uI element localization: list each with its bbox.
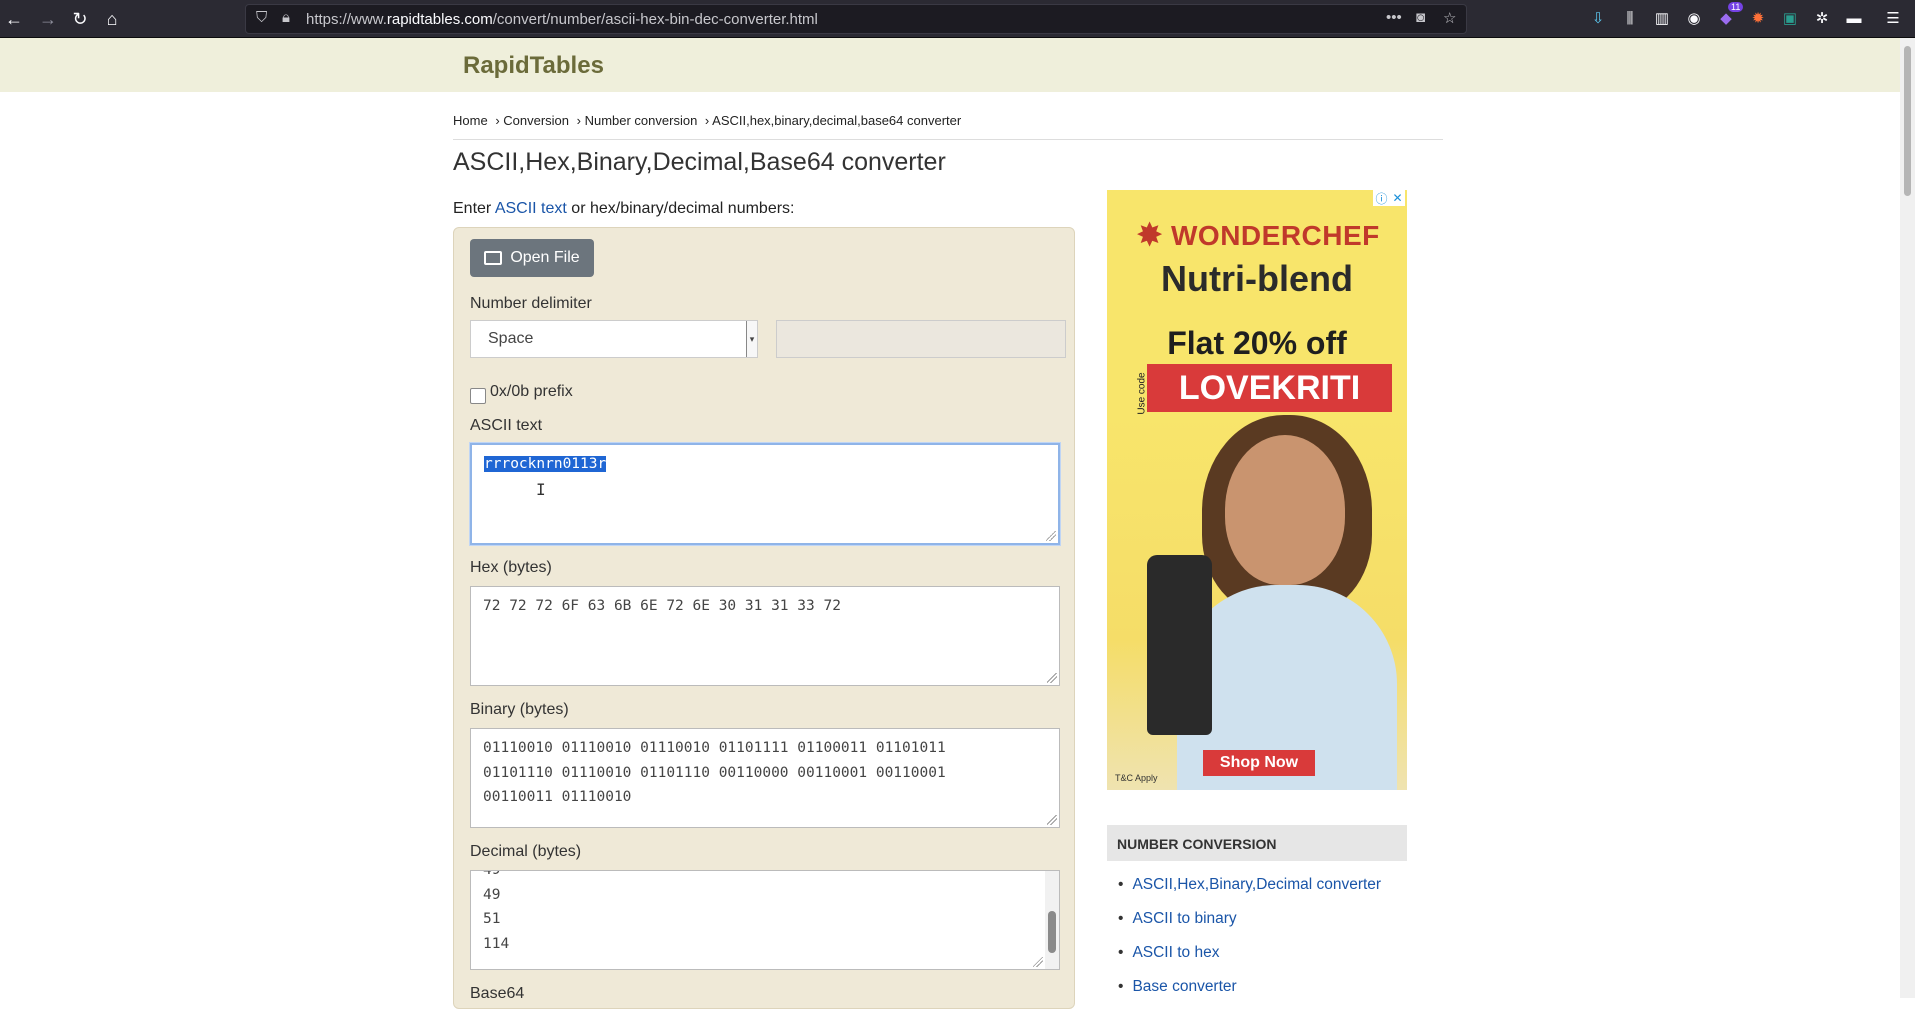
binary-line: 00110011 01110010: [483, 789, 632, 805]
resize-handle[interactable]: [1046, 531, 1056, 541]
delimiter-value: Space: [488, 330, 534, 347]
ascii-value: rrrocknrn0113r: [484, 456, 607, 472]
resize-handle[interactable]: [1033, 957, 1043, 967]
hex-label: Hex (bytes): [470, 559, 552, 576]
base64-label: Base64: [470, 985, 525, 1002]
decimal-line: 51: [483, 911, 501, 927]
shield-icon[interactable]: ⛉: [256, 9, 267, 26]
ad-terms: T&C Apply: [1115, 773, 1158, 783]
sidebar-heading-text: NUMBER CONVERSION: [1117, 836, 1277, 852]
breadcrumb-current: › ASCII,hex,binary,decimal,base64 conver…: [704, 113, 962, 128]
ascii-textarea[interactable]: rrrocknrn0113r: [470, 443, 1060, 545]
sidebar-links: ASCII,Hex,Binary,Decimal converter ASCII…: [1118, 868, 1381, 1004]
ad-shop-now-button[interactable]: Shop Now: [1203, 750, 1315, 776]
prefix-checkbox[interactable]: [470, 388, 486, 404]
open-file-label: Open File: [510, 249, 580, 266]
breadcrumb-conversion[interactable]: › Conversion: [495, 113, 569, 128]
downloads-icon[interactable]: ⇩: [1588, 8, 1608, 28]
folder-icon: [484, 251, 503, 265]
hex-value: 72 72 72 6F 63 6B 6E 72 6E 30 31 31 33 7…: [483, 598, 841, 614]
text-cursor-icon: I: [536, 480, 546, 499]
sidebar-link[interactable]: ASCII,Hex,Binary,Decimal converter: [1118, 868, 1381, 902]
delimiter-select[interactable]: Space ▾: [470, 320, 758, 358]
advertisement[interactable]: ✸ WONDERCHEF Nutri-blend Flat 20% off Use…: [1107, 190, 1407, 790]
page-title: ASCII,Hex,Binary,Decimal,Base64 converte…: [453, 148, 946, 176]
url-path: /convert/number/ascii-hex-bin-dec-conver…: [492, 11, 818, 28]
ad-product: Nutri-blend: [1161, 258, 1353, 299]
decimal-label: Decimal (bytes): [470, 843, 582, 860]
binary-label: Binary (bytes): [470, 701, 569, 718]
intro-prefix: Enter: [453, 200, 495, 217]
ad-blender: [1147, 555, 1212, 735]
reload-icon[interactable]: ↻: [66, 5, 94, 33]
back-icon[interactable]: ←: [0, 5, 28, 33]
ascii-label: ASCII text: [470, 417, 543, 434]
decimal-line: 114: [483, 935, 510, 952]
close-icon[interactable]: ✕: [1392, 191, 1402, 205]
intro-suffix: or hex/binary/decimal numbers:: [566, 200, 795, 217]
browser-toolbar: ← → ↻ ⌂ ⛉ 🔒︎ https://www.rapidtables.com…: [0, 0, 1915, 38]
ascii-text-link[interactable]: ASCII text: [495, 200, 567, 217]
delimiter-label: Number delimiter: [470, 295, 592, 312]
divider: [453, 139, 1443, 140]
menu-icon[interactable]: ☰: [1883, 8, 1903, 28]
prefix-label[interactable]: 0x/0b prefix: [490, 383, 573, 401]
hex-textarea[interactable]: 72 72 72 6F 63 6B 6E 72 6E 30 31 31 33 7…: [470, 586, 1060, 686]
site-header: RapidTables: [0, 38, 1900, 92]
binary-line: 01110010 01110010 01110010 01101111 0110…: [483, 740, 946, 756]
star-icon: ✸: [1137, 219, 1163, 252]
url-domain: rapidtables.com: [386, 11, 493, 28]
sidebar-heading: NUMBER CONVERSION: [1107, 825, 1407, 861]
breadcrumb-number-conversion[interactable]: › Number conversion: [577, 113, 698, 128]
open-file-button[interactable]: Open File: [470, 239, 594, 277]
decimal-line: 49: [483, 870, 501, 878]
decimal-line: 49: [483, 886, 501, 903]
ad-brand-text: WONDERCHEF: [1171, 220, 1380, 251]
ad-use-code: Use code: [1136, 372, 1148, 415]
url-bar[interactable]: ⛉ 🔒︎ https://www.rapidtables.com/convert…: [245, 4, 1467, 34]
info-icon[interactable]: ⓘ: [1375, 190, 1387, 207]
firefox-extension-icon[interactable]: ✹: [1748, 8, 1768, 28]
resize-handle[interactable]: [1047, 673, 1057, 683]
sidebar-link[interactable]: ASCII to binary: [1118, 902, 1381, 936]
more-icon[interactable]: •••: [1386, 9, 1402, 26]
binary-line: 01101110 01110010 01101110 00110000 0011…: [483, 764, 946, 781]
lock-icon[interactable]: 🔒︎: [282, 9, 290, 26]
chevron-down-icon[interactable]: ▾: [746, 321, 757, 357]
account-icon[interactable]: ◉: [1684, 8, 1704, 28]
intro-text: Enter ASCII text or hex/binary/decimal n…: [453, 200, 795, 218]
sidebar-link[interactable]: ASCII to hex: [1118, 936, 1381, 970]
ad-offer: Flat 20% off: [1167, 325, 1347, 361]
sidebar-icon[interactable]: ▥: [1652, 8, 1672, 28]
minimize-icon[interactable]: ▬: [1844, 8, 1864, 28]
resize-handle[interactable]: [1047, 815, 1057, 825]
ad-model-face: [1225, 435, 1345, 585]
converter-panel: Open File Number delimiter Space ▾ 0x/0b…: [453, 227, 1075, 1009]
page-scrollbar[interactable]: [1900, 38, 1915, 998]
bookmark-star-icon[interactable]: ☆: [1443, 9, 1456, 27]
home-icon[interactable]: ⌂: [98, 5, 126, 33]
breadcrumb: Home › Conversion › Number conversion › …: [453, 113, 965, 128]
ad-controls[interactable]: ⓘ ✕: [1373, 190, 1405, 206]
ad-photo: [1107, 415, 1407, 790]
scrollbar-thumb[interactable]: [1904, 46, 1911, 196]
sidebar-link[interactable]: Base converter: [1118, 970, 1381, 1004]
pocket-icon[interactable]: ◙: [1416, 9, 1425, 26]
ad-brand: ✸ WONDERCHEF: [1137, 219, 1380, 252]
url-text[interactable]: https://www.rapidtables.com/convert/numb…: [306, 11, 818, 28]
library-icon[interactable]: ⫼: [1620, 8, 1640, 28]
cookie-icon[interactable]: ✲: [1812, 8, 1832, 28]
ad-code: LOVEKRITI: [1147, 364, 1392, 412]
scrollbar-thumb[interactable]: [1048, 911, 1056, 953]
custom-delimiter-input[interactable]: [776, 320, 1066, 358]
site-logo[interactable]: RapidTables: [463, 52, 604, 80]
url-prefix: https://www.: [306, 11, 387, 28]
forward-icon[interactable]: →: [34, 5, 62, 33]
notes-extension-icon[interactable]: ▣: [1780, 8, 1800, 28]
textarea-scrollbar[interactable]: [1045, 871, 1059, 969]
breadcrumb-home[interactable]: Home: [453, 113, 488, 128]
decimal-textarea[interactable]: 49 49 51 114: [470, 870, 1060, 970]
binary-textarea[interactable]: 01110010 01110010 01110010 01101111 0110…: [470, 728, 1060, 828]
extension-badge: 11: [1728, 2, 1744, 12]
